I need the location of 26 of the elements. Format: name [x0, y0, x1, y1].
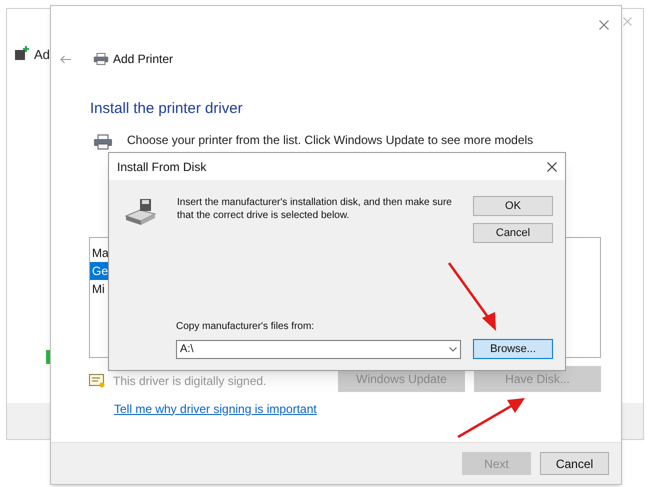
- back-arrow-icon[interactable]: [60, 54, 71, 64]
- dialog-button[interactable]: Cancel: [473, 223, 553, 243]
- chevron-down-icon: [449, 346, 457, 352]
- disk-drive-icon: [124, 198, 157, 226]
- path-combobox[interactable]: A:\: [176, 340, 461, 358]
- printer-icon: [93, 132, 113, 150]
- close-icon[interactable]: [547, 162, 557, 172]
- path-label: Copy manufacturer's files from:: [176, 320, 316, 334]
- list-item[interactable]: Ma: [90, 244, 110, 262]
- add-printer-icon: [14, 45, 30, 61]
- printer-icon: [93, 52, 109, 66]
- dialog-button[interactable]: OK: [473, 196, 553, 216]
- dialog-title: Install From Disk: [117, 158, 206, 176]
- window-title: Add Printer: [113, 51, 174, 68]
- footer-button[interactable]: Cancel: [540, 452, 609, 475]
- driver-signing-link[interactable]: Tell me why driver signing is important: [114, 400, 338, 418]
- signature-text: This driver is digitally signed.: [113, 372, 266, 390]
- page-heading: Install the printer driver: [90, 99, 244, 119]
- pointer-arrow: [455, 395, 527, 440]
- list-item[interactable]: Ge: [90, 262, 110, 280]
- dialog-message: Insert the manufacturer's installation disk, and then make sure that the correct drive is selected below.: [177, 196, 453, 223]
- browse-button[interactable]: Browse...: [473, 339, 553, 359]
- list-item[interactable]: Mi: [90, 280, 110, 298]
- background-window-title: Ad: [34, 46, 50, 64]
- description-text: Choose your printer from the list. Click Windows Update to see more models: [127, 132, 534, 148]
- certificate-icon: [89, 374, 105, 388]
